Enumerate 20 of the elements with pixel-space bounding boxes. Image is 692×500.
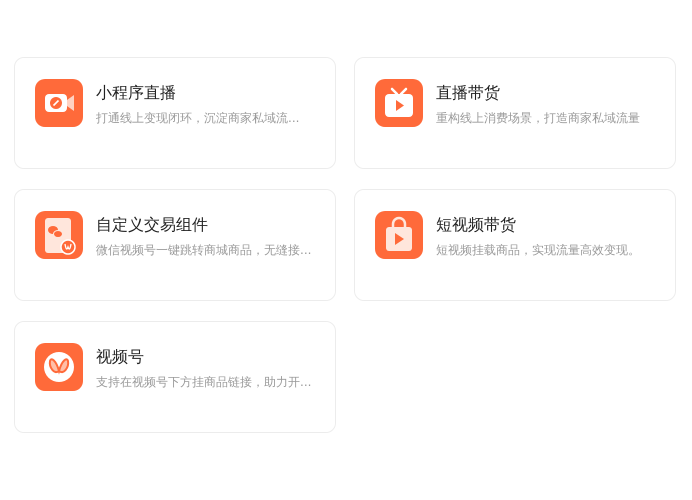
card-title: 短视频带货: [436, 214, 517, 236]
phone-chat-icon: [35, 211, 83, 259]
butterfly-icon: [35, 343, 83, 391]
card-title: 直播带货: [436, 82, 501, 104]
feature-card[interactable]: 短视频带货 短视频挂载商品，实现流量高效变现。: [354, 189, 676, 301]
tv-icon: [375, 79, 423, 127]
card-description: 短视频挂载商品，实现流量高效变现。: [436, 242, 640, 259]
shopping-bag-icon: [375, 211, 423, 259]
card-description: 支持在视频号下方挂商品链接，助力开...: [96, 374, 312, 391]
feature-card[interactable]: 视频号 支持在视频号下方挂商品链接，助力开...: [14, 321, 336, 433]
card-description: 微信视频号一键跳转商城商品，无缝接...: [96, 242, 312, 259]
card-title: 自定义交易组件: [96, 214, 209, 236]
feature-card[interactable]: 直播带货 重构线上消费场景，打造商家私域流量: [354, 57, 676, 169]
card-title: 小程序直播: [96, 82, 177, 104]
feature-card[interactable]: 自定义交易组件 微信视频号一键跳转商城商品，无缝接...: [14, 189, 336, 301]
card-description: 打通线上变现闭环，沉淀商家私域流...: [96, 110, 300, 127]
card-description: 重构线上消费场景，打造商家私域流量: [436, 110, 640, 127]
video-camera-icon: [35, 79, 83, 127]
feature-card[interactable]: 小程序直播 打通线上变现闭环，沉淀商家私域流...: [14, 57, 336, 169]
card-title: 视频号: [96, 346, 145, 368]
